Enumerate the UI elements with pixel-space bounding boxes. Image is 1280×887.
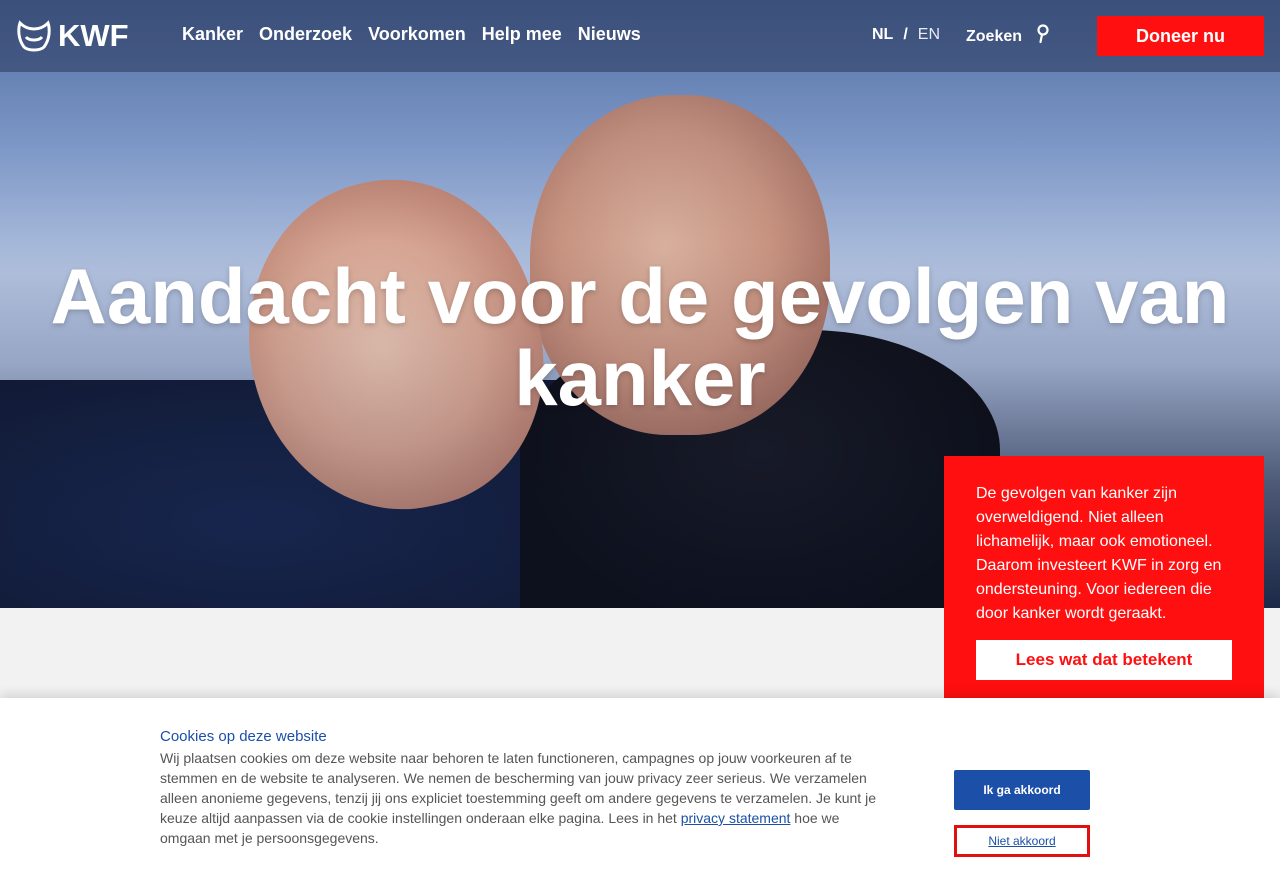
hero-title-line2: kanker bbox=[514, 334, 766, 422]
hero-title: Aandacht voor de gevolgen van kanker bbox=[0, 255, 1280, 419]
cookie-banner: Cookies op deze website Wij plaatsen coo… bbox=[0, 698, 1280, 887]
nav-item-kanker[interactable]: Kanker bbox=[182, 24, 243, 45]
search-label: Zoeken bbox=[966, 27, 1023, 45]
lang-separator: / bbox=[903, 26, 908, 43]
privacy-statement-link[interactable]: privacy statement bbox=[681, 810, 791, 826]
cookie-title: Cookies op deze website bbox=[160, 728, 327, 745]
site-header: KWF Kanker Onderzoek Voorkomen Help mee … bbox=[0, 0, 1280, 72]
donate-button[interactable]: Doneer nu bbox=[1097, 16, 1264, 56]
cookie-accept-button[interactable]: Ik ga akkoord bbox=[954, 770, 1090, 810]
search-icon bbox=[1036, 24, 1050, 49]
cookie-text: Wij plaatsen cookies om deze website naa… bbox=[160, 748, 882, 848]
language-switch: NL / EN bbox=[872, 26, 940, 44]
logo-text: KWF bbox=[58, 18, 129, 53]
main-nav: Kanker Onderzoek Voorkomen Help mee Nieu… bbox=[182, 24, 641, 45]
nav-item-help-mee[interactable]: Help mee bbox=[482, 24, 562, 45]
nav-item-nieuws[interactable]: Nieuws bbox=[578, 24, 641, 45]
nav-item-onderzoek[interactable]: Onderzoek bbox=[259, 24, 352, 45]
kwf-logo[interactable]: KWF bbox=[16, 18, 129, 54]
cookie-decline-button[interactable]: Niet akkoord bbox=[954, 825, 1090, 857]
intro-card: De gevolgen van kanker zijn overweldigen… bbox=[944, 456, 1264, 701]
hero-title-line1: Aandacht voor de gevolgen van bbox=[50, 252, 1230, 340]
intro-card-text: De gevolgen van kanker zijn overweldigen… bbox=[976, 485, 1222, 622]
read-more-button[interactable]: Lees wat dat betekent bbox=[976, 640, 1232, 680]
search-button[interactable]: Zoeken bbox=[966, 24, 1050, 49]
kwf-logo-icon bbox=[16, 19, 52, 53]
nav-item-voorkomen[interactable]: Voorkomen bbox=[368, 24, 466, 45]
lang-nl[interactable]: NL bbox=[872, 26, 893, 44]
lang-en[interactable]: EN bbox=[918, 26, 940, 44]
